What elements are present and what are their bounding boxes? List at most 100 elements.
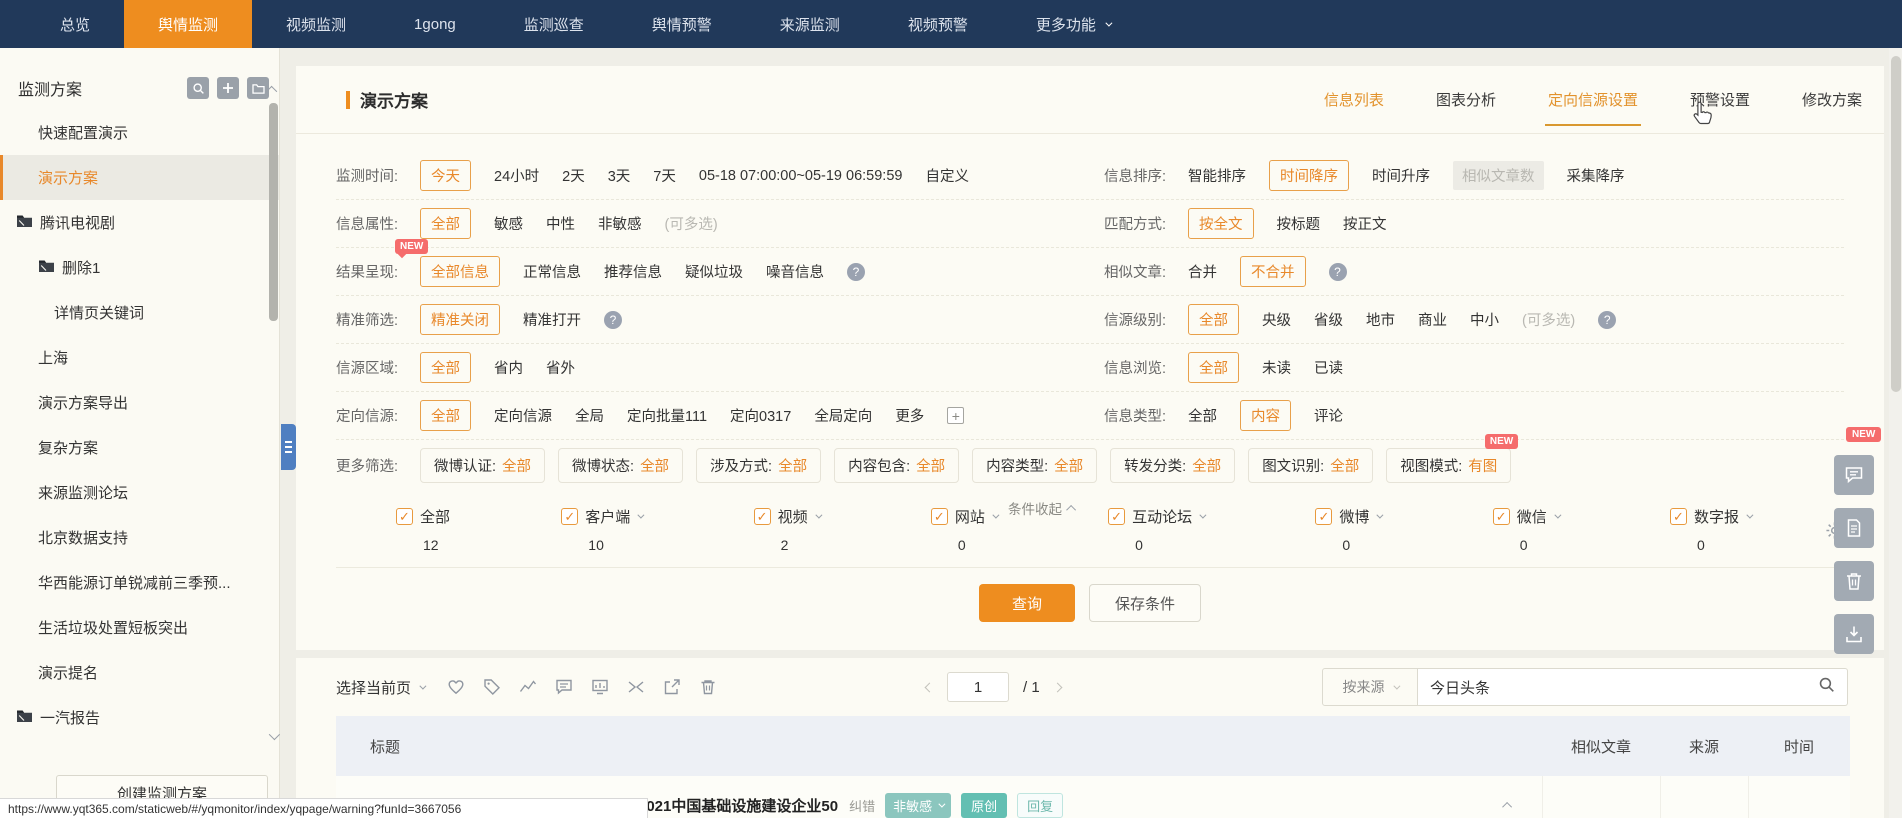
sidebar-item[interactable]: 上海 <box>0 335 279 380</box>
nav-item[interactable]: 舆情监测 <box>124 0 253 48</box>
filter-option[interactable]: 不合并 <box>1240 256 1306 287</box>
sidebar-scrollbar[interactable] <box>269 103 278 321</box>
search-icon[interactable] <box>187 77 209 99</box>
source-checkbox[interactable] <box>561 508 579 525</box>
prev-page-icon[interactable] <box>924 682 935 692</box>
media-chart-icon[interactable] <box>590 678 609 697</box>
sidebar-item[interactable]: 腾讯电视剧 <box>0 200 279 245</box>
page-scrollbar[interactable] <box>1889 48 1902 818</box>
filter-option[interactable]: 全部 <box>1188 405 1217 426</box>
tab[interactable]: 图表分析 <box>1436 89 1496 110</box>
search-input[interactable] <box>1430 678 1818 696</box>
favorite-heart-icon[interactable] <box>446 678 465 697</box>
filter-option[interactable]: 全部 <box>420 352 471 383</box>
filter-option[interactable]: + <box>947 407 965 424</box>
more-filter-chip[interactable]: 内容包含: 全部 <box>834 447 960 483</box>
feedback-icon[interactable] <box>1834 455 1874 495</box>
filter-option[interactable]: 推荐信息 <box>604 261 662 282</box>
source-checkbox[interactable] <box>396 508 413 525</box>
sidebar-item[interactable]: 复杂方案 <box>0 425 279 470</box>
filter-option[interactable]: 疑似垃圾 <box>685 261 743 282</box>
filter-option[interactable]: 非敏感 <box>598 213 642 234</box>
filter-option[interactable]: ? <box>1598 310 1617 329</box>
sidebar-item[interactable]: 删除1 <box>0 245 279 290</box>
filter-option[interactable]: 精准打开 <box>523 309 581 330</box>
filter-option[interactable]: 自定义 <box>925 165 969 186</box>
source-checkbox[interactable] <box>1315 508 1333 525</box>
article-tag[interactable]: 非敏感 <box>885 793 952 818</box>
filter-option[interactable]: 3天 <box>608 165 631 186</box>
filter-option[interactable]: 05-18 07:00:00~05-19 06:59:59 <box>699 168 903 184</box>
filter-option[interactable]: ? <box>847 262 865 281</box>
filter-option[interactable]: 省外 <box>546 357 575 378</box>
filter-option[interactable]: 内容 <box>1240 400 1291 431</box>
next-page-icon[interactable] <box>1052 682 1063 692</box>
filter-option[interactable]: 敏感 <box>494 213 523 234</box>
filter-option[interactable]: 时间升序 <box>1372 165 1430 186</box>
filter-option[interactable]: 评论 <box>1314 405 1343 426</box>
nav-item[interactable]: 更多功能 <box>1002 0 1144 48</box>
filter-option[interactable]: 今天 <box>420 160 471 191</box>
tab[interactable]: 信息列表 <box>1324 89 1384 110</box>
article-tag[interactable]: 纠错 <box>849 796 875 815</box>
tab[interactable]: 修改方案 <box>1802 89 1862 110</box>
chevron-down-icon[interactable] <box>814 511 823 519</box>
filter-option[interactable]: 按正文 <box>1343 213 1387 234</box>
filter-option[interactable]: 未读 <box>1262 357 1291 378</box>
filter-option[interactable]: 定向信源 <box>494 405 552 426</box>
filter-option[interactable]: 定向批量111 <box>627 405 707 426</box>
filter-option[interactable]: 全部 <box>1188 304 1239 335</box>
nav-item[interactable]: 总览 <box>26 0 124 48</box>
chevron-down-icon[interactable] <box>992 511 1000 519</box>
more-filter-chip[interactable]: 微博认证: 全部 <box>420 447 546 483</box>
nav-item[interactable]: 舆情预警 <box>618 0 746 48</box>
more-filter-chip[interactable]: NEW 视图模式: 有图 <box>1386 433 1519 483</box>
filter-option[interactable]: 全部 <box>420 208 471 239</box>
filter-option[interactable]: 省级 <box>1314 309 1343 330</box>
filter-option[interactable]: 噪音信息 <box>766 261 824 282</box>
filter-option[interactable]: 中小 <box>1470 309 1499 330</box>
tab[interactable]: 定向信源设置 <box>1544 89 1641 126</box>
filter-option[interactable]: 全部 <box>1188 352 1239 383</box>
report-icon[interactable] <box>1834 508 1874 548</box>
export-icon[interactable] <box>662 678 681 697</box>
article-tag[interactable]: 回复 <box>1017 793 1064 818</box>
nav-item[interactable]: 视频预警 <box>874 0 1002 48</box>
merge-icon[interactable] <box>626 678 645 697</box>
filter-option[interactable]: 采集降序 <box>1567 165 1625 186</box>
nav-item[interactable]: 1gong <box>380 0 490 48</box>
source-checkbox[interactable] <box>753 508 771 525</box>
more-filter-chip[interactable]: 涉及方式: 全部 <box>696 447 822 483</box>
source-checkbox[interactable] <box>1492 508 1510 525</box>
filter-option[interactable]: 精准关闭 <box>420 304 500 335</box>
nav-item[interactable]: 监测巡查 <box>490 0 618 48</box>
filter-option[interactable]: 时间降序 <box>1269 160 1349 191</box>
scrollbar-thumb[interactable] <box>1890 56 1901 392</box>
chevron-down-icon[interactable] <box>1199 511 1207 519</box>
chevron-down-icon[interactable] <box>1746 511 1754 519</box>
filter-option[interactable]: 2天 <box>562 165 585 186</box>
filter-option[interactable]: 24小时 <box>494 165 539 186</box>
sidebar-item[interactable]: 北京数据支持 <box>0 515 279 560</box>
collapse-row-icon[interactable] <box>1502 801 1513 812</box>
sidebar-item[interactable]: 一汽报告 <box>0 695 279 740</box>
article-title[interactable]: 2021中国基础设施建设企业50 <box>638 795 838 816</box>
sidebar-item[interactable]: 华西能源订单锐减前三季预... <box>0 560 279 605</box>
filter-option[interactable]: 已读 <box>1314 357 1343 378</box>
sidebar-item[interactable]: 生活垃圾处置短板突出 <box>0 605 279 650</box>
filter-option[interactable]: 合并 <box>1188 261 1217 282</box>
save-conditions-button[interactable]: 保存条件 <box>1089 584 1201 622</box>
download-icon[interactable] <box>1834 614 1874 654</box>
search-icon[interactable] <box>1818 676 1835 698</box>
filter-option[interactable]: 按标题 <box>1277 213 1321 234</box>
chevron-down-icon[interactable] <box>637 511 645 519</box>
filter-option[interactable]: 正常信息 <box>523 261 581 282</box>
filter-option[interactable]: 智能排序 <box>1188 165 1246 186</box>
trend-line-icon[interactable] <box>518 678 537 697</box>
source-filter-select[interactable]: 按来源 <box>1322 668 1418 706</box>
filter-option[interactable]: 中性 <box>546 213 575 234</box>
more-filter-chip[interactable]: 转发分类: 全部 <box>1110 447 1236 483</box>
trash-icon[interactable] <box>1834 561 1874 601</box>
filter-option[interactable]: 定向0317 <box>730 405 791 426</box>
add-plan-icon[interactable] <box>217 77 239 99</box>
